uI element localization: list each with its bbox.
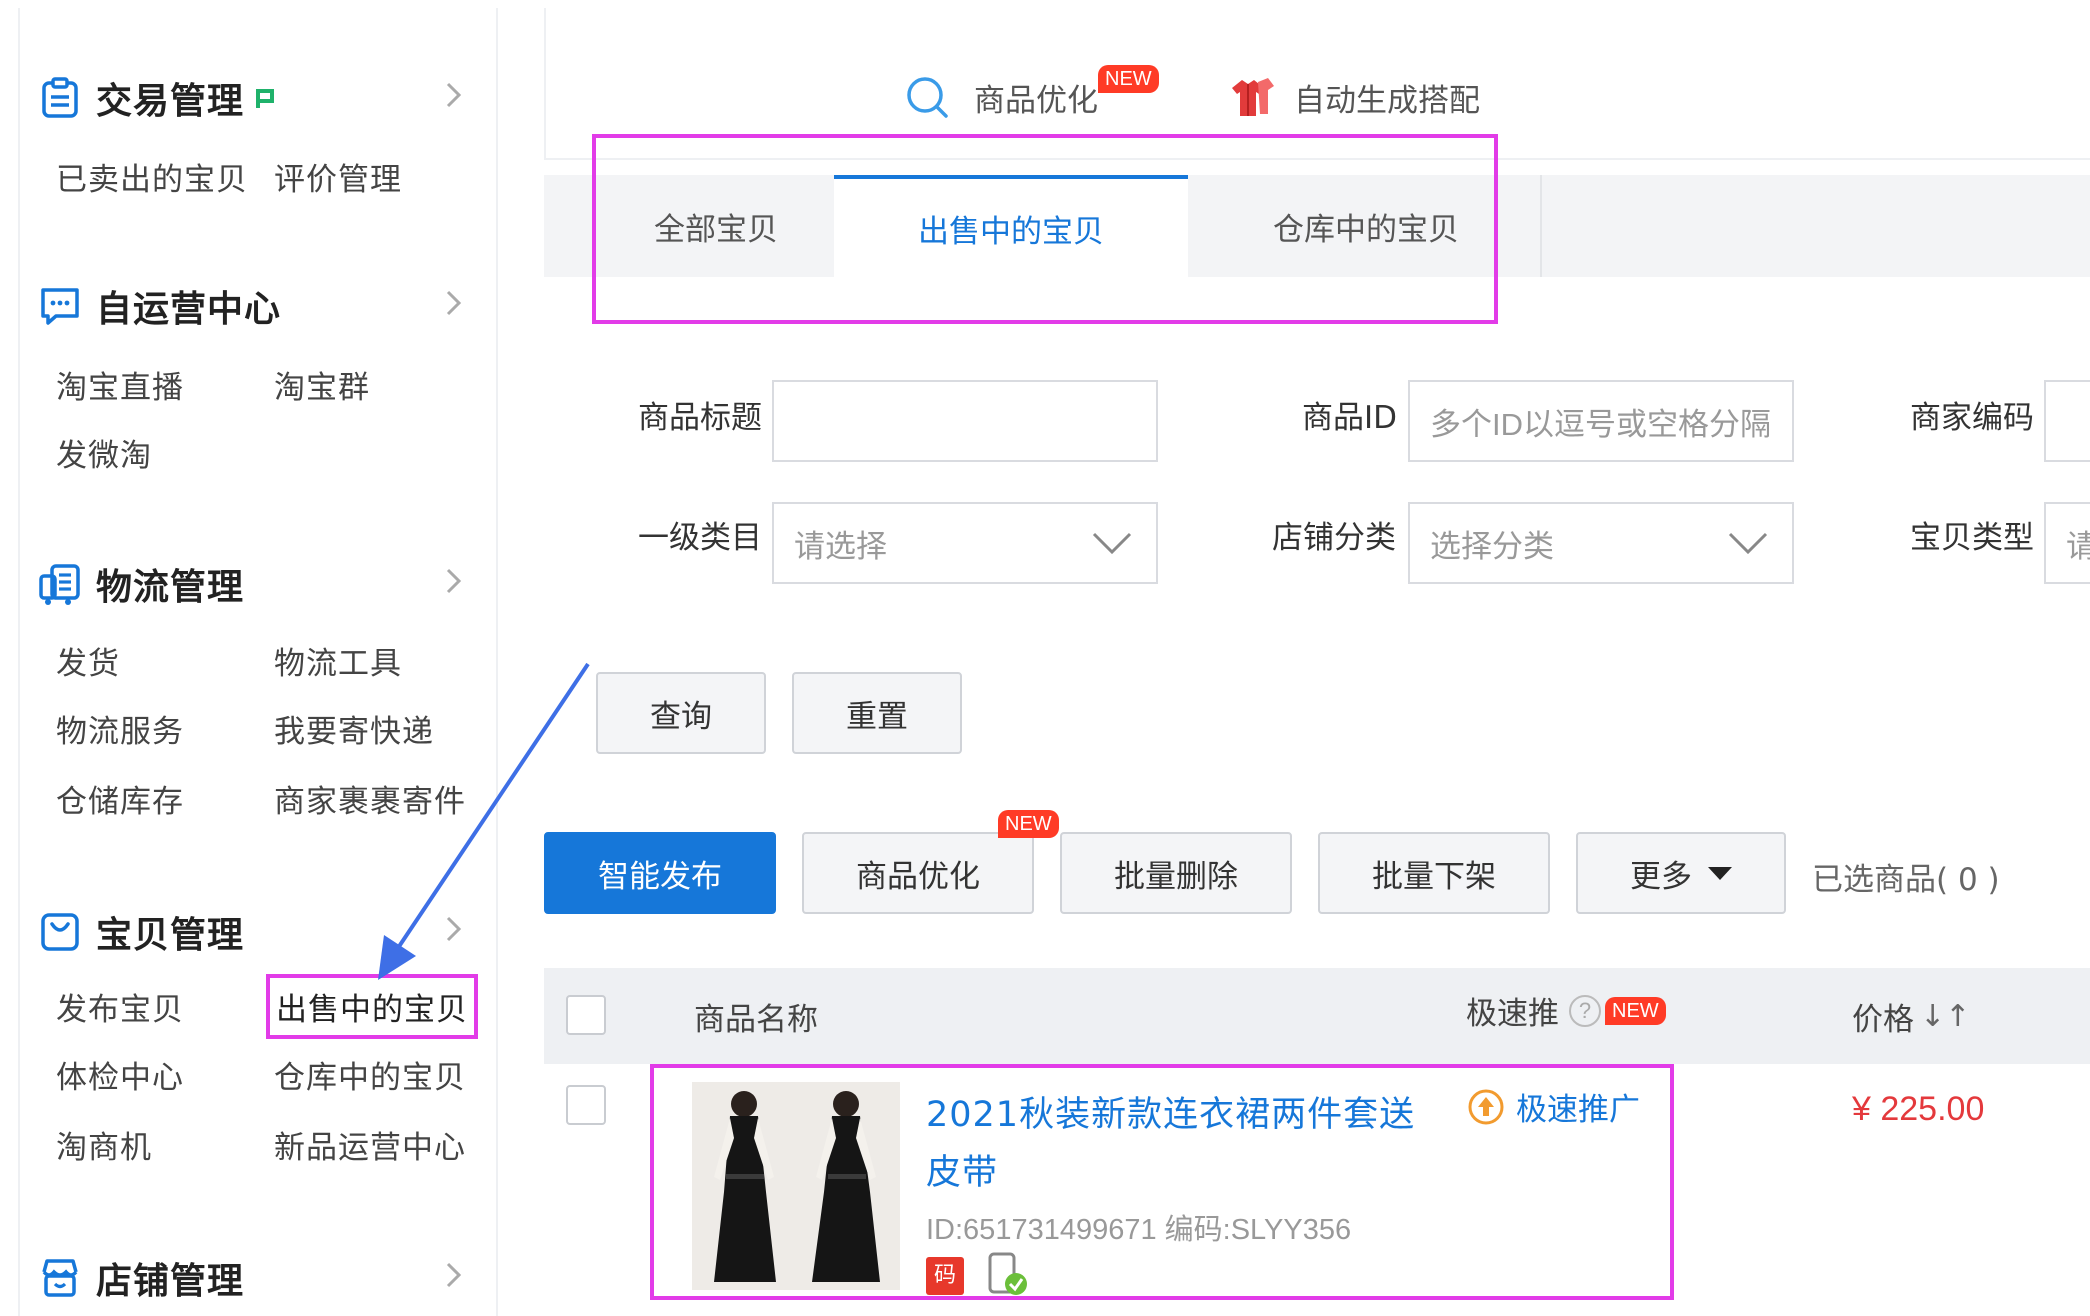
caret-down-icon: [1708, 866, 1732, 880]
sidebar-section-items[interactable]: 宝贝管理: [38, 906, 244, 958]
sidebar-item-ship[interactable]: 发货: [56, 638, 120, 683]
bag-icon: [41, 913, 79, 951]
item-type-placeholder: 请: [2066, 521, 2090, 566]
clipboard-icon: [42, 77, 78, 118]
flag-icon: [256, 89, 275, 108]
sidebar-section-store[interactable]: 店铺管理: [38, 1252, 244, 1304]
category-placeholder: 请选择: [794, 528, 887, 564]
reset-button[interactable]: 重置: [792, 672, 962, 754]
sidebar-item-live[interactable]: 淘宝直播: [56, 362, 184, 407]
delivery-icon: [39, 564, 80, 605]
sidebar-item-logistics-service[interactable]: 物流服务: [56, 706, 184, 751]
sidebar-section-logistics[interactable]: 物流管理: [38, 558, 244, 610]
col-product-name: 商品名称: [694, 1002, 818, 1038]
search-icon: [907, 77, 948, 118]
tabs-highlight-box: [592, 134, 1498, 324]
product-id-label: 商品ID: [1302, 400, 1398, 436]
sidebar-item-publish[interactable]: 发布宝贝: [56, 984, 184, 1029]
title-label: 商品标题: [638, 400, 762, 436]
section-title-logistics: 物流管理: [96, 567, 245, 608]
sort-icon: ↓↑: [1920, 999, 1971, 1034]
col-price[interactable]: 价格 ↓↑: [1852, 994, 1970, 1039]
merchant-code-label: 商家编码: [1910, 400, 2034, 436]
col-promo: 极速推 ? NEW: [1466, 988, 1666, 1033]
sidebar-item-on-sale[interactable]: 出售中的宝贝: [266, 974, 478, 1039]
col-promo-label: 极速推: [1466, 996, 1559, 1032]
sidebar-item-reviews[interactable]: 评价管理: [274, 154, 402, 199]
batch-delete-button[interactable]: 批量删除: [1060, 832, 1292, 914]
item-type-label: 宝贝类型: [1910, 520, 2034, 556]
chevron-right-icon[interactable]: [438, 288, 468, 318]
select-all-checkbox[interactable]: [566, 995, 606, 1035]
sidebar-item-in-warehouse[interactable]: 仓库中的宝贝: [274, 1052, 466, 1097]
sidebar-item-sold[interactable]: 已卖出的宝贝: [56, 154, 248, 199]
sidebar-item-warehouse-stock[interactable]: 仓储库存: [56, 776, 184, 821]
promo-new-badge: NEW: [1605, 996, 1666, 1025]
sidebar-item-health-check[interactable]: 体检中心: [56, 1052, 184, 1097]
sidebar-item-logistics-tools[interactable]: 物流工具: [274, 638, 402, 683]
query-button[interactable]: 查询: [596, 672, 766, 754]
sidebar-section-trade[interactable]: 交易管理: [38, 72, 276, 124]
clothes-icon: [1232, 78, 1274, 116]
item-type-select[interactable]: 请: [2044, 502, 2090, 584]
batch-offshelf-button[interactable]: 批量下架: [1318, 832, 1550, 914]
row-checkbox[interactable]: [566, 1085, 606, 1125]
store-icon: [42, 1259, 78, 1297]
sidebar-item-new-product-center[interactable]: 新品运营中心: [274, 1122, 466, 1167]
title-input[interactable]: [772, 380, 1158, 462]
product-row-highlight-box: [650, 1064, 1674, 1300]
optimize-button[interactable]: 商品优化: [802, 832, 1034, 914]
selected-count: 已选商品( 0 ): [1812, 862, 2000, 898]
help-icon[interactable]: ?: [1569, 994, 1601, 1027]
top-auto-match-label: 自动生成搭配: [1294, 82, 1480, 119]
chevron-right-icon[interactable]: [438, 1260, 468, 1290]
product-price: ¥ 225.00: [1852, 1090, 1985, 1128]
more-label: 更多: [1630, 858, 1692, 895]
category-select[interactable]: 请选择: [772, 502, 1158, 584]
smart-publish-button[interactable]: 智能发布: [544, 832, 776, 914]
sidebar-item-weitao[interactable]: 发微淘: [56, 430, 152, 475]
sidebar-item-guoguo-send[interactable]: 商家裹裹寄件: [274, 776, 466, 821]
top-optimize-label: 商品优化: [974, 82, 1098, 119]
section-title-store: 店铺管理: [96, 1261, 245, 1302]
chevron-right-icon[interactable]: [438, 80, 468, 110]
product-id-input[interactable]: 多个ID以逗号或空格分隔: [1408, 380, 1794, 462]
section-title-trade: 交易管理: [96, 81, 245, 122]
chevron-down-icon: [1728, 532, 1768, 555]
new-badge: NEW: [1098, 65, 1159, 93]
sidebar-item-opportunity[interactable]: 淘商机: [56, 1122, 152, 1167]
section-title-self-operation: 自运营中心: [96, 289, 282, 330]
more-dropdown[interactable]: 更多: [1576, 832, 1786, 914]
optimize-new-badge: NEW: [998, 810, 1059, 838]
category-label: 一级类目: [638, 520, 762, 556]
top-product-optimize-link[interactable]: 商品优化 NEW: [904, 65, 1159, 120]
col-price-label: 价格: [1852, 1002, 1914, 1038]
tab-divider: [1540, 175, 1542, 277]
section-title-items: 宝贝管理: [96, 915, 245, 956]
top-auto-match-link[interactable]: 自动生成搭配: [1228, 74, 1480, 120]
chevron-right-icon[interactable]: [438, 566, 468, 596]
chevron-right-icon[interactable]: [438, 914, 468, 944]
chevron-down-icon: [1092, 532, 1132, 555]
sidebar-section-self-operation[interactable]: 自运营中心: [38, 280, 281, 332]
merchant-code-input[interactable]: [2044, 380, 2090, 462]
chat-icon: [41, 288, 79, 325]
sidebar-item-send-express[interactable]: 我要寄快递: [274, 706, 434, 751]
sidebar-item-group[interactable]: 淘宝群: [274, 362, 370, 407]
shop-category-placeholder: 选择分类: [1430, 528, 1554, 564]
shop-category-label: 店铺分类: [1272, 520, 1396, 556]
shop-category-select[interactable]: 选择分类: [1408, 502, 1794, 584]
